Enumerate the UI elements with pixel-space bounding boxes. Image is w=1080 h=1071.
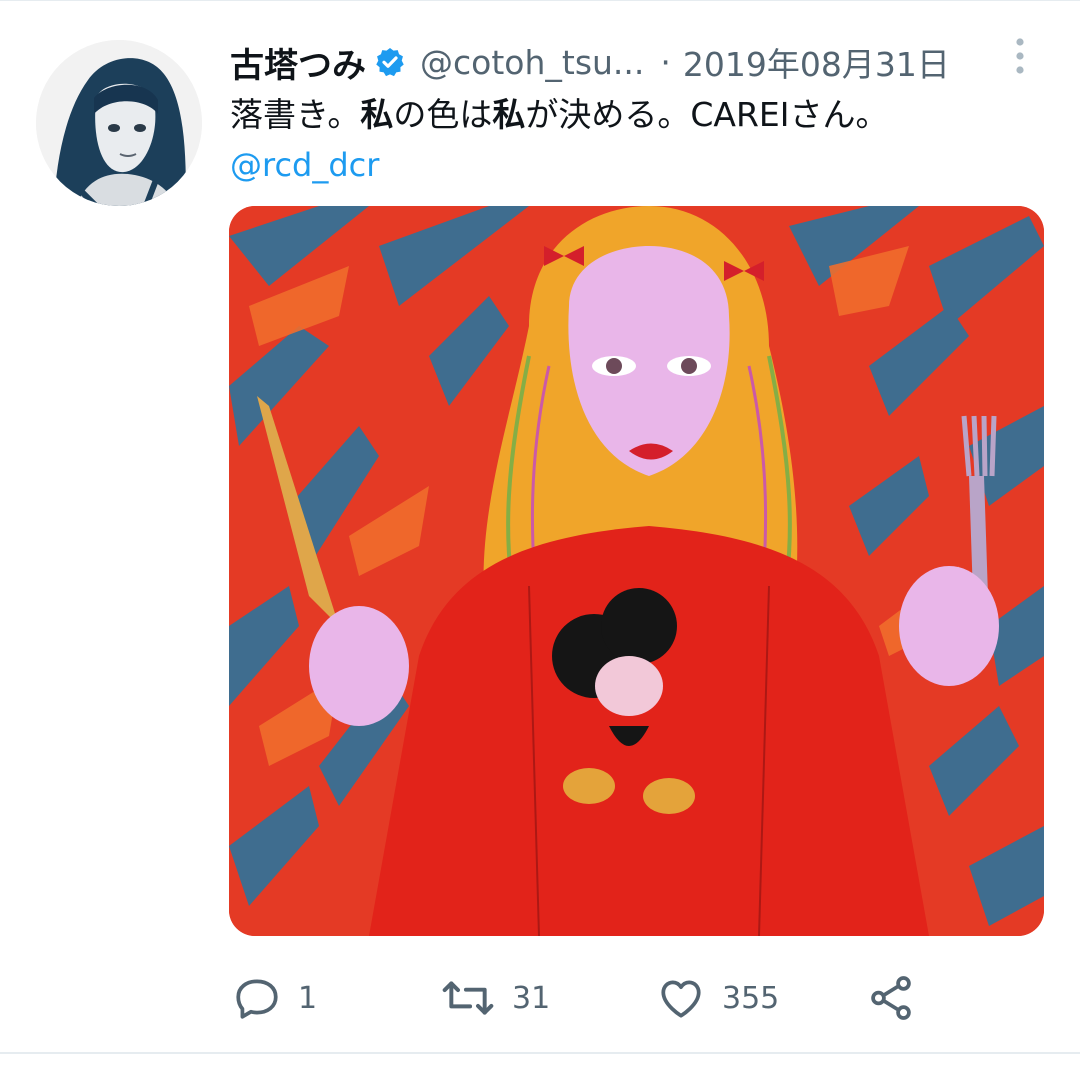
retweet-button[interactable]: 31: [440, 968, 550, 1028]
reply-count: 1: [298, 980, 318, 1016]
author-handle[interactable]: @cotoh_tsu...: [420, 43, 644, 82]
tweet-date[interactable]: 2019年08月31日: [683, 38, 950, 86]
tweet-header: 古塔つみ @cotoh_tsu... · 2019年08月31日: [230, 36, 1050, 88]
tweet-text-part: 落書き。: [230, 95, 361, 134]
like-count: 355: [722, 980, 780, 1016]
artwork-image: [229, 206, 1044, 936]
avatar[interactable]: [36, 40, 202, 206]
retweet-icon: [442, 981, 494, 1015]
reply-icon: [236, 979, 278, 1019]
tweet-actions: 1 31 355: [232, 968, 932, 1028]
avatar-image: [36, 40, 202, 206]
retweet-count: 31: [512, 980, 551, 1016]
separator-dot: ·: [660, 42, 671, 82]
mention-link[interactable]: @rcd_dcr: [230, 142, 379, 188]
more-options-icon[interactable]: [1008, 36, 1032, 80]
top-divider: [0, 0, 1080, 1]
author-name[interactable]: 古塔つみ: [230, 38, 366, 87]
tweet-text-part: が決める。CAREIさん。: [525, 95, 889, 134]
share-button[interactable]: [866, 968, 916, 1028]
bottom-divider: [0, 1052, 1080, 1054]
tweet-media[interactable]: [229, 206, 1044, 936]
tweet-text-part: の色は: [393, 95, 493, 134]
tweet-text-bold: 私: [360, 95, 394, 134]
reply-button[interactable]: 1: [232, 968, 317, 1028]
tweet-text: 落書き。私の色は私が決める。CAREIさん。: [230, 92, 889, 138]
verified-badge-icon: [376, 48, 404, 77]
tweet-text-bold: 私: [492, 95, 526, 134]
like-icon: [661, 980, 701, 1018]
like-button[interactable]: 355: [656, 968, 779, 1028]
share-icon: [871, 976, 911, 1020]
